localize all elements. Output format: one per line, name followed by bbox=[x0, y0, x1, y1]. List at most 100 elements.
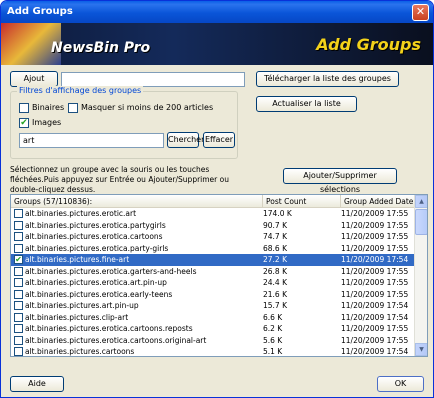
binaries-label: Binaires bbox=[32, 103, 65, 112]
add-remove-button[interactable]: Ajouter/Supprimer sélections bbox=[283, 168, 397, 194]
instructions-text: Sélectionnez un groupe avec la souris ou… bbox=[10, 165, 229, 194]
date-cell: 11/20/2009 17:54 bbox=[341, 312, 409, 322]
column-header-date[interactable]: Group Added Date bbox=[341, 195, 415, 208]
post-count-cell: 5.1 K bbox=[263, 347, 283, 356]
ok-button[interactable]: OK bbox=[377, 376, 424, 392]
hide-small-label: Masquer si moins de 200 articles bbox=[81, 103, 214, 112]
banner: NewsBin Pro Add Groups bbox=[1, 23, 433, 65]
post-count-cell: 15.7 K bbox=[263, 301, 288, 310]
column-header-groups[interactable]: Groups (57/110836): bbox=[11, 195, 263, 208]
post-count-cell: 5.6 K bbox=[263, 335, 283, 345]
newsbin-logo: NewsBin Pro bbox=[51, 40, 151, 56]
group-name-cell: alt.binaries.pictures.erotica.garters-an… bbox=[25, 266, 197, 276]
post-count-cell: 68.6 K bbox=[263, 243, 288, 253]
scroll-up-icon[interactable]: ▲ bbox=[415, 195, 427, 208]
manual-add-input[interactable] bbox=[61, 72, 245, 87]
table-row[interactable]: alt.binaries.pictures.erotica.cartoons.o… bbox=[11, 335, 415, 347]
clear-button[interactable]: Effacer bbox=[203, 132, 235, 148]
table-row[interactable]: alt.binaries.pictures.cartoons 5.1 K 11/20… bbox=[11, 346, 415, 356]
refresh-list-button[interactable]: Actualiser la liste bbox=[256, 96, 357, 112]
date-cell: 11/20/2009 17:55 bbox=[341, 209, 409, 218]
group-name-cell: alt.binaries.pictures.erotica.cartoons.o… bbox=[25, 335, 207, 345]
group-name-cell: alt.binaries.pictures.erotica.art.pin-up bbox=[25, 278, 167, 287]
post-count-cell: 6.2 K bbox=[263, 324, 283, 333]
post-count-cell: 21.6 K bbox=[263, 289, 288, 299]
group-name-cell: alt.binaries.pictures.cartoons bbox=[25, 347, 135, 356]
post-count-cell: 27.2 K bbox=[263, 255, 288, 264]
table-row[interactable]: alt.binaries.pictures.erotica.cartoons.r… bbox=[11, 323, 415, 335]
group-name-cell: alt.binaries.pictures.erotica.party-girl… bbox=[25, 243, 169, 253]
date-cell: 11/20/2009 17:55 bbox=[341, 243, 409, 253]
images-checkbox[interactable]: ✔ bbox=[19, 118, 29, 128]
search-button[interactable]: Chercher bbox=[167, 132, 204, 148]
scroll-down-icon[interactable]: ▼ bbox=[415, 343, 427, 356]
date-cell: 11/20/2009 17:55 bbox=[341, 220, 409, 230]
row-checkbox[interactable] bbox=[14, 209, 23, 218]
column-header-post-count[interactable]: Post Count bbox=[263, 195, 341, 208]
row-checkbox[interactable] bbox=[14, 301, 23, 310]
table-row[interactable]: alt.binaries.pictures.erotic.art 174.0 K 1… bbox=[11, 208, 415, 220]
table-row[interactable]: alt.binaries.pictures.art.pin-up 15.7 K 11… bbox=[11, 300, 415, 312]
add-groups-window: Add Groups ✕ NewsBin Pro Add Groups Ajou… bbox=[0, 0, 434, 398]
date-cell: 11/20/2009 17:55 bbox=[341, 289, 409, 299]
manual-add-button[interactable]: Ajout manuel bbox=[10, 71, 58, 97]
row-checkbox[interactable] bbox=[14, 324, 23, 333]
date-cell: 11/20/2009 17:55 bbox=[341, 232, 409, 241]
group-name-cell: alt.binaries.pictures.erotic.art bbox=[25, 209, 137, 218]
hide-small-checkbox[interactable] bbox=[68, 103, 78, 113]
row-checkbox[interactable] bbox=[14, 312, 23, 322]
images-label: Images bbox=[32, 118, 62, 127]
table-row[interactable]: alt.binaries.pictures.erotica.art.pin-up… bbox=[11, 277, 415, 289]
table-row[interactable]: alt.binaries.pictures.clip-art 6.6 K 11/20… bbox=[11, 312, 415, 324]
help-button[interactable]: Aide bbox=[10, 376, 64, 392]
row-checkbox[interactable] bbox=[14, 347, 23, 356]
group-name-cell: alt.binaries.pictures.art.pin-up bbox=[25, 301, 139, 310]
date-cell: 11/20/2009 17:54 bbox=[341, 301, 409, 310]
row-checkbox[interactable]: ✔ bbox=[14, 255, 23, 264]
post-count-cell: 74.7 K bbox=[263, 232, 288, 241]
vertical-scrollbar[interactable]: ▲ ▼ bbox=[414, 195, 427, 356]
row-checkbox[interactable] bbox=[14, 220, 23, 230]
close-button[interactable]: ✕ bbox=[412, 4, 429, 21]
row-checkbox[interactable] bbox=[14, 243, 23, 253]
title-bar[interactable]: Add Groups ✕ bbox=[1, 1, 433, 23]
banner-title: Add Groups bbox=[316, 35, 421, 54]
table-row[interactable]: alt.binaries.pictures.erotica.partygirls… bbox=[11, 220, 415, 232]
groups-table[interactable]: Groups (57/110836): Post Count Group Add… bbox=[10, 194, 428, 357]
scroll-thumb[interactable] bbox=[415, 209, 427, 235]
post-count-cell: 24.4 K bbox=[263, 278, 288, 287]
table-header: Groups (57/110836): Post Count Group Add… bbox=[11, 195, 415, 208]
post-count-cell: 6.6 K bbox=[263, 312, 283, 322]
table-body: alt.binaries.pictures.erotic.art 174.0 K 1… bbox=[11, 208, 415, 356]
filters-legend: Filtres d'affichage des groupes bbox=[17, 86, 144, 95]
row-checkbox[interactable] bbox=[14, 232, 23, 241]
post-count-cell: 26.8 K bbox=[263, 266, 288, 276]
post-count-cell: 90.7 K bbox=[263, 220, 288, 230]
window-title: Add Groups bbox=[7, 6, 73, 17]
table-row[interactable]: alt.binaries.pictures.erotica.garters-an… bbox=[11, 266, 415, 278]
date-cell: 11/20/2009 17:55 bbox=[341, 266, 409, 276]
binaries-checkbox[interactable] bbox=[19, 103, 29, 113]
table-row[interactable]: alt.binaries.pictures.erotica.party-girl… bbox=[11, 243, 415, 255]
group-name-cell: alt.binaries.pictures.erotica.cartoons.r… bbox=[25, 324, 193, 333]
group-name-cell: alt.binaries.pictures.erotica.cartoons bbox=[25, 232, 163, 241]
group-name-cell: alt.binaries.pictures.fine-art bbox=[25, 255, 130, 264]
download-list-button[interactable]: Télécharger la liste des groupes bbox=[256, 71, 399, 87]
search-input[interactable]: art bbox=[19, 133, 164, 148]
date-cell: 11/20/2009 17:55 bbox=[341, 335, 409, 345]
date-cell: 11/20/2009 17:54 bbox=[341, 347, 409, 356]
row-checkbox[interactable] bbox=[14, 335, 23, 345]
date-cell: 11/20/2009 17:55 bbox=[341, 278, 409, 287]
date-cell: 11/20/2009 17:55 bbox=[341, 324, 409, 333]
date-cell: 11/20/2009 17:54 bbox=[341, 255, 409, 264]
group-name-cell: alt.binaries.pictures.erotica.partygirls bbox=[25, 220, 166, 230]
table-row[interactable]: ✔ alt.binaries.pictures.fine-art 27.2 K 11/… bbox=[11, 254, 415, 266]
row-checkbox[interactable] bbox=[14, 278, 23, 287]
group-name-cell: alt.binaries.pictures.clip-art bbox=[25, 312, 129, 322]
table-row[interactable]: alt.binaries.pictures.erotica.cartoons 74… bbox=[11, 231, 415, 243]
group-name-cell: alt.binaries.pictures.erotica.early-teen… bbox=[25, 289, 173, 299]
table-row[interactable]: alt.binaries.pictures.erotica.early-teen… bbox=[11, 289, 415, 301]
row-checkbox[interactable] bbox=[14, 289, 23, 299]
row-checkbox[interactable] bbox=[14, 266, 23, 276]
post-count-cell: 174.0 K bbox=[263, 209, 292, 218]
